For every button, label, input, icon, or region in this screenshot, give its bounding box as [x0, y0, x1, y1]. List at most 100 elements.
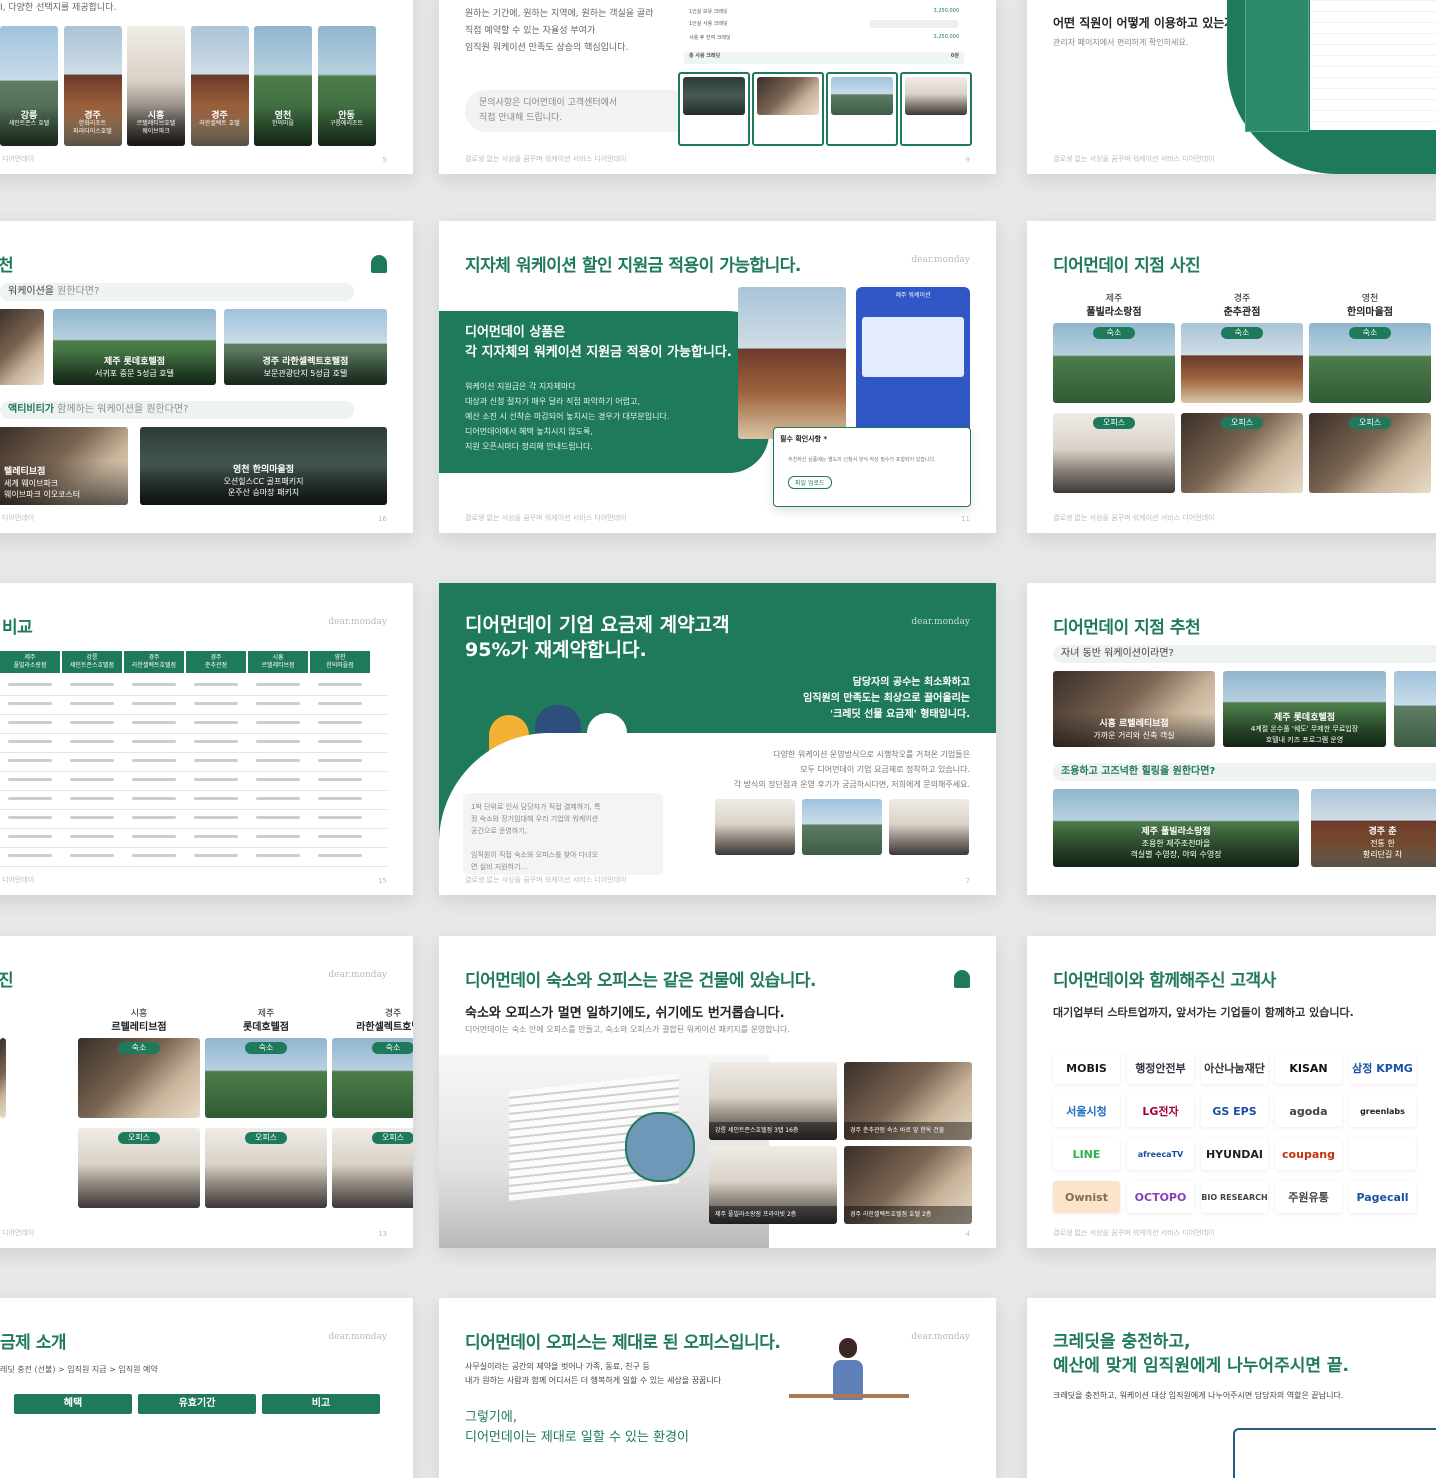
- table-cell: [194, 835, 238, 838]
- table-cell: [318, 816, 362, 819]
- table-cell: [256, 835, 300, 838]
- table-cell: [70, 797, 114, 800]
- client-logo: OCTOPO: [1127, 1181, 1194, 1213]
- office-tail: 그렇기에, 디어먼데이는 제대로 일할 수 있는 환경이: [465, 1410, 689, 1445]
- table-cell: [132, 778, 176, 781]
- client-logo: 삼정 KPMG: [1349, 1052, 1416, 1084]
- photo-caption: 제주 풀빌라소랑점 조용한 제주조천마을 객실별 수영장, 야외 수영장: [1053, 821, 1299, 867]
- slide-title: 디어먼데이 숙소와 오피스는 같은 건물에 있습니다.: [465, 971, 817, 991]
- table-header: 유효기간: [138, 1394, 256, 1414]
- page-number: 11: [961, 515, 970, 523]
- tile-caption: 제주 풀빌라소랑점 프라이빗 2층: [709, 1206, 837, 1224]
- card-sub: 한화리조트 파라다이스호텔: [73, 120, 112, 135]
- phone-screen: [862, 317, 964, 377]
- box-title: 디어먼데이 상품은 각 지자체의 워케이션 지원금 적용이 가능합니다.: [465, 325, 732, 360]
- slide-clients: 디어먼데이와 함께해주신 고객사 대기업부터 스타트업까지, 앞서가는 기업들이…: [1027, 936, 1436, 1248]
- required-dialog: 필수 확인사항 * 추천하신 상품에는 별도의 신청서 양식 작성 필수가 포함…: [773, 427, 971, 507]
- table-cell: [70, 702, 114, 705]
- room-card[interactable]: [678, 72, 750, 146]
- office-tile: 강릉 세인트존스호텔점 3탭 16층: [709, 1062, 837, 1140]
- table-cell: [70, 835, 114, 838]
- table-row: [0, 715, 387, 734]
- office-tile: 경주 춘추관점 숙소 바로 앞 한옥 건물: [844, 1062, 972, 1140]
- table-cell: [132, 683, 176, 686]
- destination-card: 경주 한화리조트 파라다이스호텔: [63, 26, 122, 146]
- page-number: 7: [965, 877, 970, 885]
- room-photo: [683, 77, 745, 115]
- hotel-photo: 텔레티브점 세계 웨이브파크 웨이브파크 이오코스터: [0, 427, 128, 505]
- room-card[interactable]: [752, 72, 824, 146]
- table-row: [0, 753, 387, 772]
- office-tile: 경주 라한셀렉트호텔점 호텔 2층: [844, 1146, 972, 1224]
- slide-title: 디어먼데이 지점 사진: [1053, 256, 1201, 276]
- slide-title: 지자체 워케이션 할인 지원금 적용이 가능합니다.: [465, 256, 801, 276]
- client-logo: 서울시청: [1053, 1095, 1120, 1127]
- room-card[interactable]: [900, 72, 972, 146]
- lodging-photo: 숙소: [332, 1038, 413, 1118]
- client-logo: coupang: [1275, 1138, 1342, 1170]
- office-photo: 오피스: [1053, 413, 1175, 493]
- box-body: 워케이션 지원금은 각 지자체마다 대상과 신청 절차가 매우 달라 직접 파악…: [465, 382, 670, 451]
- photo-caption: 제주 롯데호텔점 서귀포 중문 5성급 호텔: [53, 351, 216, 385]
- card-sub: 세인트존스 호텔: [8, 120, 50, 127]
- room-photo: [831, 77, 893, 115]
- client-logo: MOBIS: [1053, 1052, 1120, 1084]
- table-cell: [70, 740, 114, 743]
- slide-title: 디어먼데이와 함께해주신 고객사: [1053, 971, 1276, 991]
- slide-footer: 결로생 없는 서상을 꿈꾸며 워케이션 서비스 디어먼데이: [465, 876, 627, 884]
- table-cell: [8, 702, 52, 705]
- table-row: [0, 810, 387, 829]
- office-tag: 오피스: [1221, 417, 1263, 429]
- slide-activity: 천 워케이션을 원한다면? 제주 롯데호텔점 서귀포 중문 5성급 호텔 경주 라…: [0, 221, 413, 533]
- table-cell: [194, 702, 238, 705]
- slide-title: 디어먼데이 오피스는 제대로 된 오피스입니다.: [465, 1333, 781, 1353]
- table-row: [0, 791, 387, 810]
- office-tag: 오피스: [245, 1132, 287, 1144]
- slide-same-building: 디어먼데이 숙소와 오피스는 같은 건물에 있습니다. 숙소와 오피스가 멀면 …: [439, 936, 996, 1248]
- office-tag: 오피스: [1093, 417, 1135, 429]
- lodging-tag: 숙소: [118, 1042, 160, 1054]
- hotel-photo: [1394, 671, 1436, 747]
- room-photo: [905, 77, 967, 115]
- question-pill: 자녀 동반 워케이션이라면?: [1053, 645, 1436, 663]
- table-cell: [70, 759, 114, 762]
- table-header: 비고: [262, 1394, 380, 1414]
- photo-caption: 텔레티브점 세계 웨이브파크 웨이브파크 이오코스터: [0, 461, 128, 505]
- client-logo: KISAN: [1275, 1052, 1342, 1084]
- table-cell: [256, 683, 300, 686]
- dialog-body: 추천하신 상품에는 별도의 신청서 양식 작성 필수가 포함되어 있습니다.: [788, 457, 936, 463]
- room-card[interactable]: [826, 72, 898, 146]
- table-cell: [132, 816, 176, 819]
- slide-credit: 크레딧을 충전하고, 예산에 맞게 임직원에게 나누어주시면 끝. 크레딧을 충…: [1027, 1298, 1436, 1478]
- slide-comparison: 비교 dear.monday 제주 풀빌라소랑점 강릉 세인트존스호텔점 경주 라한…: [0, 583, 413, 895]
- slide-footer: 디어먼데이: [2, 876, 35, 884]
- card-sub: 르텔레티브호텔 웨이브파크: [136, 120, 176, 135]
- office-photo: 오피스: [78, 1128, 200, 1208]
- slide-branch-photos-2: 진 dear.monday 시흥 르텔레티브점 숙소 오피스 제주 롯데호텔점 숙소 오피스 경…: [0, 936, 413, 1248]
- client-logo: BIO RESEARCH: [1201, 1181, 1268, 1213]
- booking-line: 원하는 기간에, 원하는 지역에, 원하는 객실을 골라: [465, 9, 654, 19]
- hotel-photo: 영천 한의마을점 오션힐스CC 골프패키지 운주산 승마장 패키지: [140, 427, 387, 505]
- upload-button[interactable]: 파일 업로드: [788, 476, 832, 489]
- worker-illustration: [789, 1338, 909, 1438]
- lodging-photo: 숙소: [1181, 323, 1303, 403]
- lodging-photo: 숙소: [205, 1038, 327, 1118]
- table-cell: [194, 740, 238, 743]
- table-cell: [256, 797, 300, 800]
- table-header-cell: 경주 춘추관점: [186, 651, 246, 673]
- table-cell: [8, 683, 52, 686]
- branch-name: 춘추관점: [1223, 307, 1261, 318]
- room-photo: [757, 77, 819, 115]
- admin-line: 관리자 페이지에서 편리하게 확인하세요.: [1053, 38, 1189, 47]
- brand-logo: dear.monday: [328, 970, 387, 980]
- page-number: 4: [965, 1230, 970, 1238]
- card-name: 경주: [211, 111, 228, 121]
- table-cell: [194, 816, 238, 819]
- table-cell: [194, 854, 238, 857]
- slide-title: 금제 소개: [0, 1333, 66, 1353]
- card-caption: 경주 한화리조트 파라다이스호텔: [63, 106, 122, 146]
- table-row: [0, 677, 387, 696]
- destination-card: 안동 구름에리조트: [317, 26, 376, 146]
- plan-path: 레딧 충전 (선불) > 임직원 지급 > 임직원 예약: [0, 1365, 158, 1374]
- card-caption: 안동 구름에리조트: [317, 106, 376, 146]
